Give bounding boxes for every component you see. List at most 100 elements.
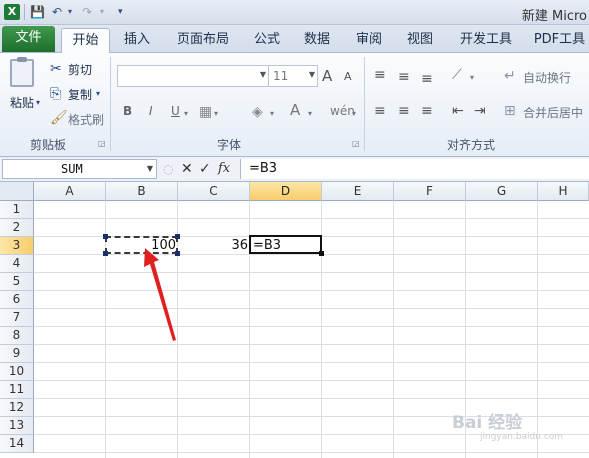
row-header-4[interactable]: 4: [0, 255, 34, 273]
copy-dropdown-icon[interactable]: ▾: [96, 86, 100, 102]
paste-button[interactable]: 粘贴: [10, 94, 34, 111]
customize-qat-icon[interactable]: ▾: [118, 5, 123, 19]
font-color-dropdown-icon[interactable]: ▾: [308, 106, 312, 122]
format-painter-button[interactable]: 格式刷: [68, 111, 104, 128]
row-header-7[interactable]: 7: [0, 309, 34, 327]
phonetic-dropdown-icon[interactable]: ▾: [352, 106, 356, 122]
redo-dropdown-icon[interactable]: ▾: [100, 5, 104, 19]
row-header-2[interactable]: 2: [0, 219, 34, 237]
row-header-3[interactable]: 3: [0, 237, 34, 255]
align-middle-icon[interactable]: ≡: [398, 69, 410, 85]
column-header-c[interactable]: C: [178, 182, 250, 201]
tab-data[interactable]: 数据: [297, 28, 337, 53]
tab-developer[interactable]: 开发工具: [453, 28, 519, 53]
column-header-d[interactable]: D: [250, 182, 322, 201]
tab-formulas[interactable]: 公式: [247, 28, 287, 53]
grow-font-button[interactable]: A: [322, 67, 332, 85]
row-header-12[interactable]: 12: [0, 399, 34, 417]
redo-icon[interactable]: ↷: [82, 5, 92, 19]
font-launcher-icon[interactable]: ◲: [352, 139, 360, 148]
font-color-icon[interactable]: A: [290, 102, 300, 118]
undo-icon[interactable]: ↶: [52, 5, 62, 19]
column-header-g[interactable]: G: [466, 182, 538, 201]
align-center-icon[interactable]: ≡: [398, 103, 410, 119]
format-painter-icon[interactable]: 🖌: [50, 110, 68, 126]
name-box-dropdown-icon[interactable]: ▼: [147, 164, 153, 173]
cell-c3[interactable]: 36: [178, 237, 250, 255]
fill-handle[interactable]: [319, 251, 324, 256]
wrap-text-icon[interactable]: ↵: [504, 68, 516, 84]
underline-dropdown-icon[interactable]: ▾: [184, 106, 188, 122]
row-header-1[interactable]: 1: [0, 201, 34, 219]
italic-button[interactable]: I: [149, 104, 153, 118]
grid-line: [34, 290, 589, 291]
row-header-8[interactable]: 8: [0, 327, 34, 345]
orientation-icon[interactable]: ⟋: [452, 67, 462, 83]
font-size-combo[interactable]: 11 ▼: [268, 65, 318, 87]
cancel-entry-button[interactable]: ✕: [181, 160, 193, 178]
bold-button[interactable]: B: [123, 104, 132, 118]
increase-indent-icon[interactable]: ⇥: [474, 103, 486, 119]
column-header-h[interactable]: H: [538, 182, 589, 201]
marquee-handle: [103, 234, 108, 239]
copy-button[interactable]: 复制: [68, 86, 92, 103]
undo-dropdown-icon[interactable]: ▾: [68, 5, 72, 19]
tab-file[interactable]: 文件: [2, 26, 55, 52]
column-header-a[interactable]: A: [34, 182, 106, 201]
cut-button[interactable]: 剪切: [68, 61, 92, 78]
font-group-label: 字体: [216, 138, 241, 152]
enter-entry-button[interactable]: ✓: [199, 160, 211, 178]
tab-page-layout[interactable]: 页面布局: [170, 28, 236, 53]
copy-icon[interactable]: ⎘: [50, 86, 61, 102]
align-left-icon[interactable]: ≡: [374, 103, 386, 119]
borders-icon[interactable]: ▦: [199, 104, 212, 120]
tab-pdf-tools[interactable]: PDF工具: [530, 28, 589, 53]
row-header-13[interactable]: 13: [0, 417, 34, 435]
fill-color-dropdown-icon[interactable]: ▾: [270, 106, 274, 122]
align-right-icon[interactable]: ≡: [421, 103, 433, 119]
name-box[interactable]: SUM ▼: [2, 159, 157, 179]
decrease-indent-icon[interactable]: ⇤: [452, 103, 464, 119]
tab-insert[interactable]: 插入: [117, 28, 157, 53]
orientation-dropdown-icon[interactable]: ▾: [470, 70, 474, 86]
font-size-dropdown-icon[interactable]: ▼: [309, 70, 315, 79]
font-name-dropdown-icon[interactable]: ▼: [260, 70, 266, 79]
align-top-icon[interactable]: ≡: [374, 67, 386, 83]
column-header-f[interactable]: F: [394, 182, 466, 201]
grid-line: [34, 398, 589, 399]
align-bottom-icon[interactable]: ≡: [421, 71, 433, 87]
row-header-5[interactable]: 5: [0, 273, 34, 291]
formula-bar-handle-icon[interactable]: ◌: [163, 160, 173, 178]
row-header-10[interactable]: 10: [0, 363, 34, 381]
alignment-group-label: 对齐方式: [446, 138, 495, 152]
wrap-text-button[interactable]: 自动换行: [523, 69, 571, 86]
clipboard-launcher-icon[interactable]: ◲: [98, 139, 106, 148]
save-icon[interactable]: 💾: [30, 5, 45, 19]
tab-review[interactable]: 审阅: [349, 28, 389, 53]
paste-icon[interactable]: [10, 57, 34, 87]
grid-line: [537, 201, 538, 458]
formula-input[interactable]: =B3: [240, 159, 589, 179]
scissors-icon[interactable]: ✂: [50, 61, 62, 77]
insert-function-button[interactable]: fx: [218, 160, 230, 178]
title-bar: X 💾 ↶ ▾ ↷ ▾ ▾ 新建 Micro: [0, 0, 589, 25]
underline-button[interactable]: U: [171, 104, 180, 118]
row-header-14[interactable]: 14: [0, 435, 34, 453]
row-header-11[interactable]: 11: [0, 381, 34, 399]
select-all-corner[interactable]: [0, 182, 34, 201]
ribbon-home: 粘贴 ▾ ✂ 剪切 ⎘ 复制 ▾ 🖌 格式刷 剪贴板 ◲ ▼ 11 ▼ A A …: [0, 53, 589, 157]
paste-dropdown-icon[interactable]: ▾: [36, 95, 40, 111]
active-cell-border: [249, 235, 322, 254]
row-header-9[interactable]: 9: [0, 345, 34, 363]
font-name-combo[interactable]: ▼: [117, 65, 269, 87]
tab-home[interactable]: 开始: [61, 28, 110, 54]
fill-color-icon[interactable]: ◈: [252, 104, 263, 120]
shrink-font-button[interactable]: A: [344, 70, 352, 83]
borders-dropdown-icon[interactable]: ▾: [214, 106, 218, 122]
tab-view[interactable]: 视图: [400, 28, 440, 53]
column-header-b[interactable]: B: [106, 182, 178, 201]
merge-center-button[interactable]: 合并后居中: [523, 104, 583, 121]
row-header-6[interactable]: 6: [0, 291, 34, 309]
merge-center-icon[interactable]: ⊞: [504, 103, 516, 119]
column-header-e[interactable]: E: [322, 182, 394, 201]
